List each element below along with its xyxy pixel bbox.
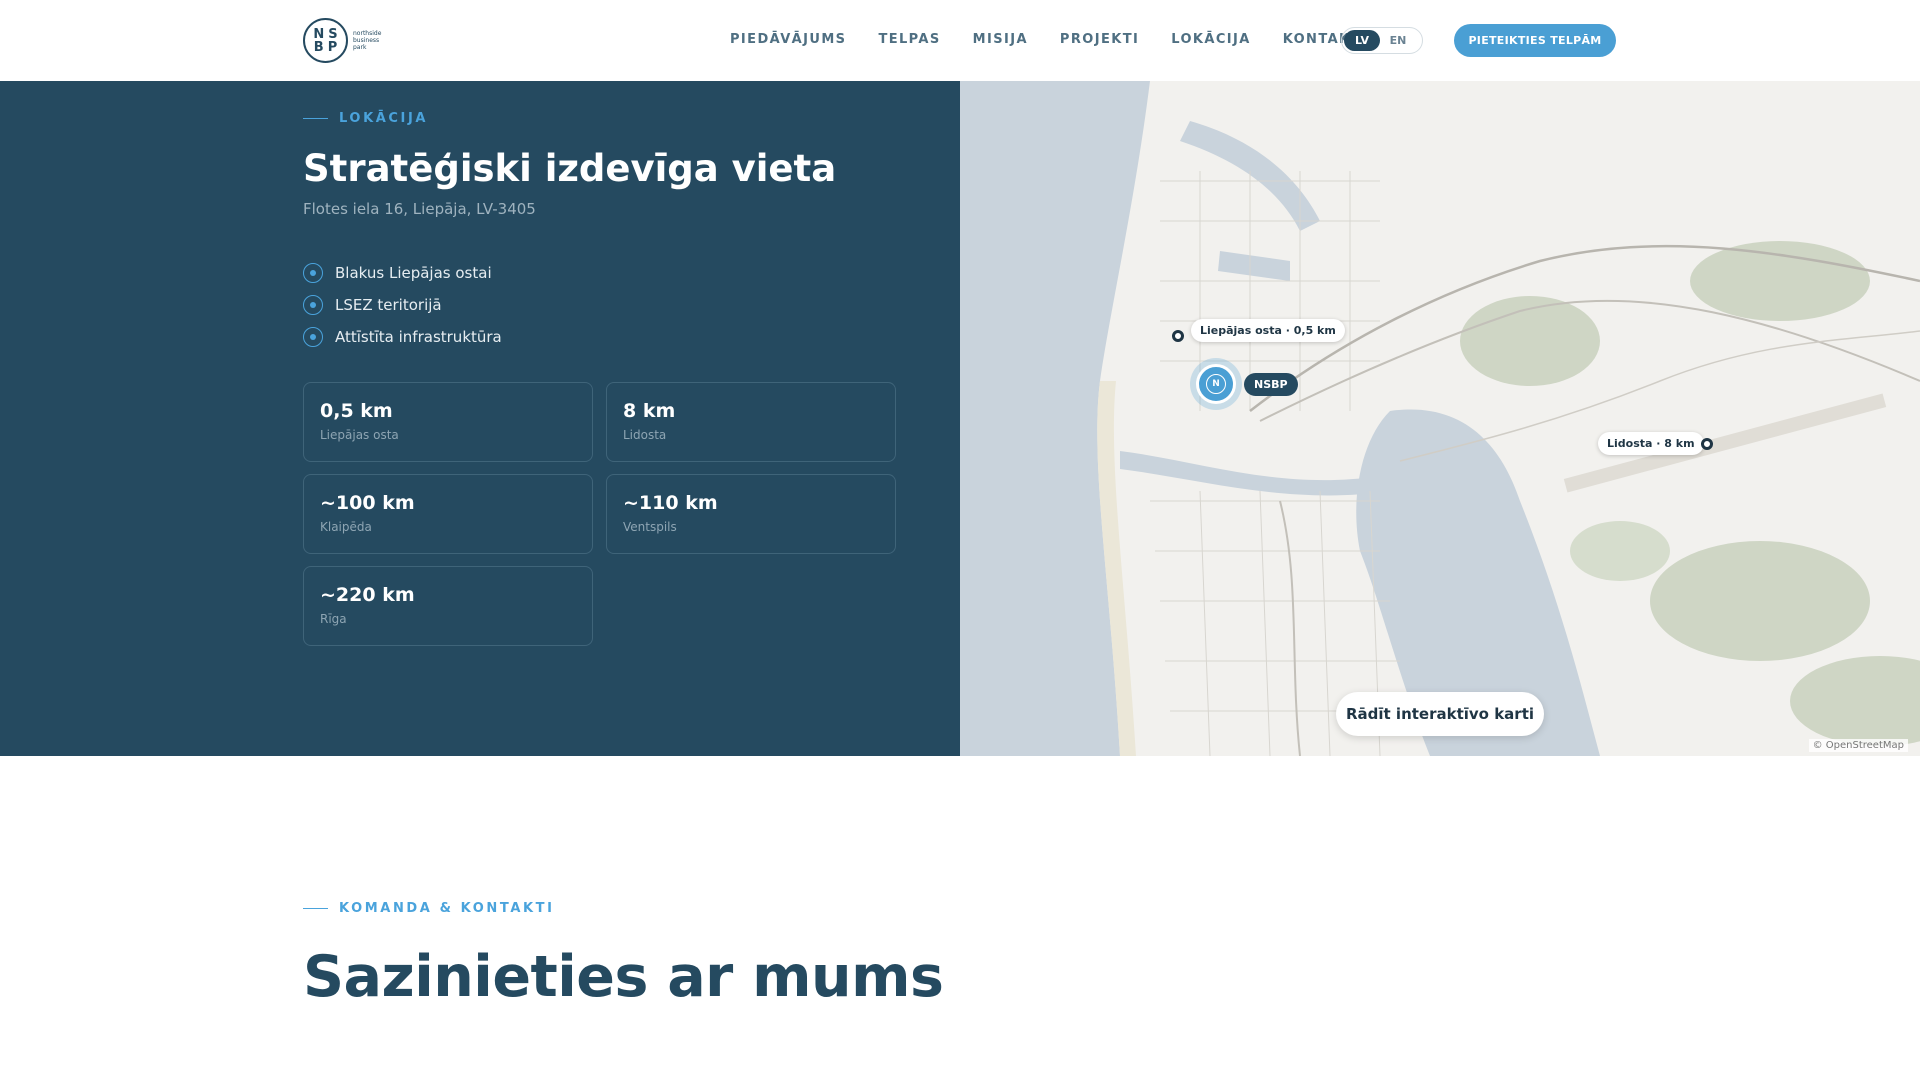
logo-wordmark: northside business park: [353, 30, 381, 51]
contact-eyebrow: KOMANDA & KONTAKTI: [303, 901, 555, 916]
distance-label: Lidosta: [623, 428, 667, 442]
distance-card-airport: 8 km Lidosta: [606, 382, 896, 462]
distance-label: Klaipēda: [320, 520, 372, 534]
contact-title: Sazinieties ar mums: [303, 944, 944, 1010]
bullet-icon: [303, 295, 323, 315]
nav-item-telpas[interactable]: TELPAS: [878, 32, 940, 47]
eyebrow-text: KOMANDA & KONTAKTI: [339, 901, 555, 916]
nav-item-piedavajums[interactable]: PIEDĀVĀJUMS: [730, 32, 846, 47]
distance-card-ventspils: ~110 km Ventspils: [606, 474, 896, 554]
canal: [1120, 451, 1390, 496]
eyebrow-line: [303, 118, 328, 119]
forest-area: [1690, 241, 1870, 321]
feature-text: Attīstīta infrastruktūra: [335, 328, 502, 346]
distance-card-klaipeda: ~100 km Klaipēda: [303, 474, 593, 554]
logo-text-line: northside: [353, 30, 382, 37]
location-section: LOKĀCIJA Stratēģiski izdevīga vieta Flot…: [0, 81, 960, 756]
nav-item-misija[interactable]: MISIJA: [973, 32, 1028, 47]
forest-area: [1650, 541, 1870, 661]
lang-en-button[interactable]: EN: [1380, 30, 1416, 51]
airport-pin[interactable]: [1701, 438, 1713, 450]
map-background: [960, 81, 1920, 756]
forest-area: [1570, 521, 1670, 581]
harbor-basin: [1218, 251, 1290, 281]
port-pin-label: Liepājas osta · 0,5 km: [1191, 319, 1345, 342]
map-attribution[interactable]: © OpenStreetMap: [1808, 739, 1908, 752]
bullet-icon: [303, 263, 323, 283]
feature-item: Blakus Liepājas ostai: [303, 257, 502, 289]
bullet-icon: [303, 327, 323, 347]
location-eyebrow: LOKĀCIJA: [303, 111, 428, 126]
lang-lv-button[interactable]: LV: [1344, 30, 1380, 51]
logo-monogram-top: NS: [313, 26, 342, 42]
distance-label: Rīga: [320, 612, 347, 626]
apply-for-space-button[interactable]: PIETEIKTIES TELPĀM: [1454, 24, 1616, 57]
distance-label: Liepājas osta: [320, 428, 399, 442]
logo-monogram: NS BP: [303, 18, 348, 63]
nav-item-lokacija[interactable]: LOKĀCIJA: [1171, 32, 1250, 47]
location-address: Flotes iela 16, Liepāja, LV-3405: [303, 200, 536, 218]
eyebrow-line: [303, 908, 328, 909]
distance-card-port: 0,5 km Liepājas osta: [303, 382, 593, 462]
eyebrow-text: LOKĀCIJA: [339, 111, 429, 126]
nsbp-marker-label: NSBP: [1244, 373, 1298, 396]
distance-value: ~100 km: [320, 492, 415, 514]
port-pin[interactable]: [1172, 330, 1184, 342]
feature-item: Attīstīta infrastruktūra: [303, 321, 502, 353]
airport-pin-label: Lidosta · 8 km: [1598, 432, 1704, 455]
nsbp-logo-icon: N: [1206, 374, 1226, 394]
nav-item-projekti[interactable]: PROJEKTI: [1060, 32, 1139, 47]
site-header: NS BP northside business park PIEDĀVĀJUM…: [0, 0, 1920, 81]
road: [1279, 500, 1301, 756]
location-map[interactable]: Liepājas osta · 0,5 km N NSBP Lidosta · …: [960, 81, 1920, 756]
feature-list: Blakus Liepājas ostai LSEZ teritorijā At…: [303, 257, 502, 353]
main-nav: PIEDĀVĀJUMS TELPAS MISIJA PROJEKTI LOKĀC…: [730, 32, 1399, 47]
logo-text-line: park: [353, 44, 367, 51]
distance-value: ~110 km: [623, 492, 718, 514]
forest-area: [1790, 656, 1920, 746]
distance-label: Ventspils: [623, 520, 677, 534]
language-switcher: LV EN: [1341, 27, 1423, 54]
feature-text: Blakus Liepājas ostai: [335, 264, 492, 282]
nsbp-marker[interactable]: N: [1196, 364, 1236, 404]
logo[interactable]: NS BP northside business park: [303, 18, 381, 63]
feature-text: LSEZ teritorijā: [335, 296, 442, 314]
distance-value: 8 km: [623, 400, 676, 422]
logo-monogram-bottom: BP: [313, 39, 342, 55]
distance-card-riga: ~220 km Rīga: [303, 566, 593, 646]
show-interactive-map-button[interactable]: Rādīt interaktīvo karti: [1336, 692, 1544, 736]
logo-text-line: business: [353, 37, 380, 44]
distance-value: 0,5 km: [320, 400, 393, 422]
location-title: Stratēģiski izdevīga vieta: [303, 147, 837, 190]
feature-item: LSEZ teritorijā: [303, 289, 502, 321]
distance-value: ~220 km: [320, 584, 415, 606]
